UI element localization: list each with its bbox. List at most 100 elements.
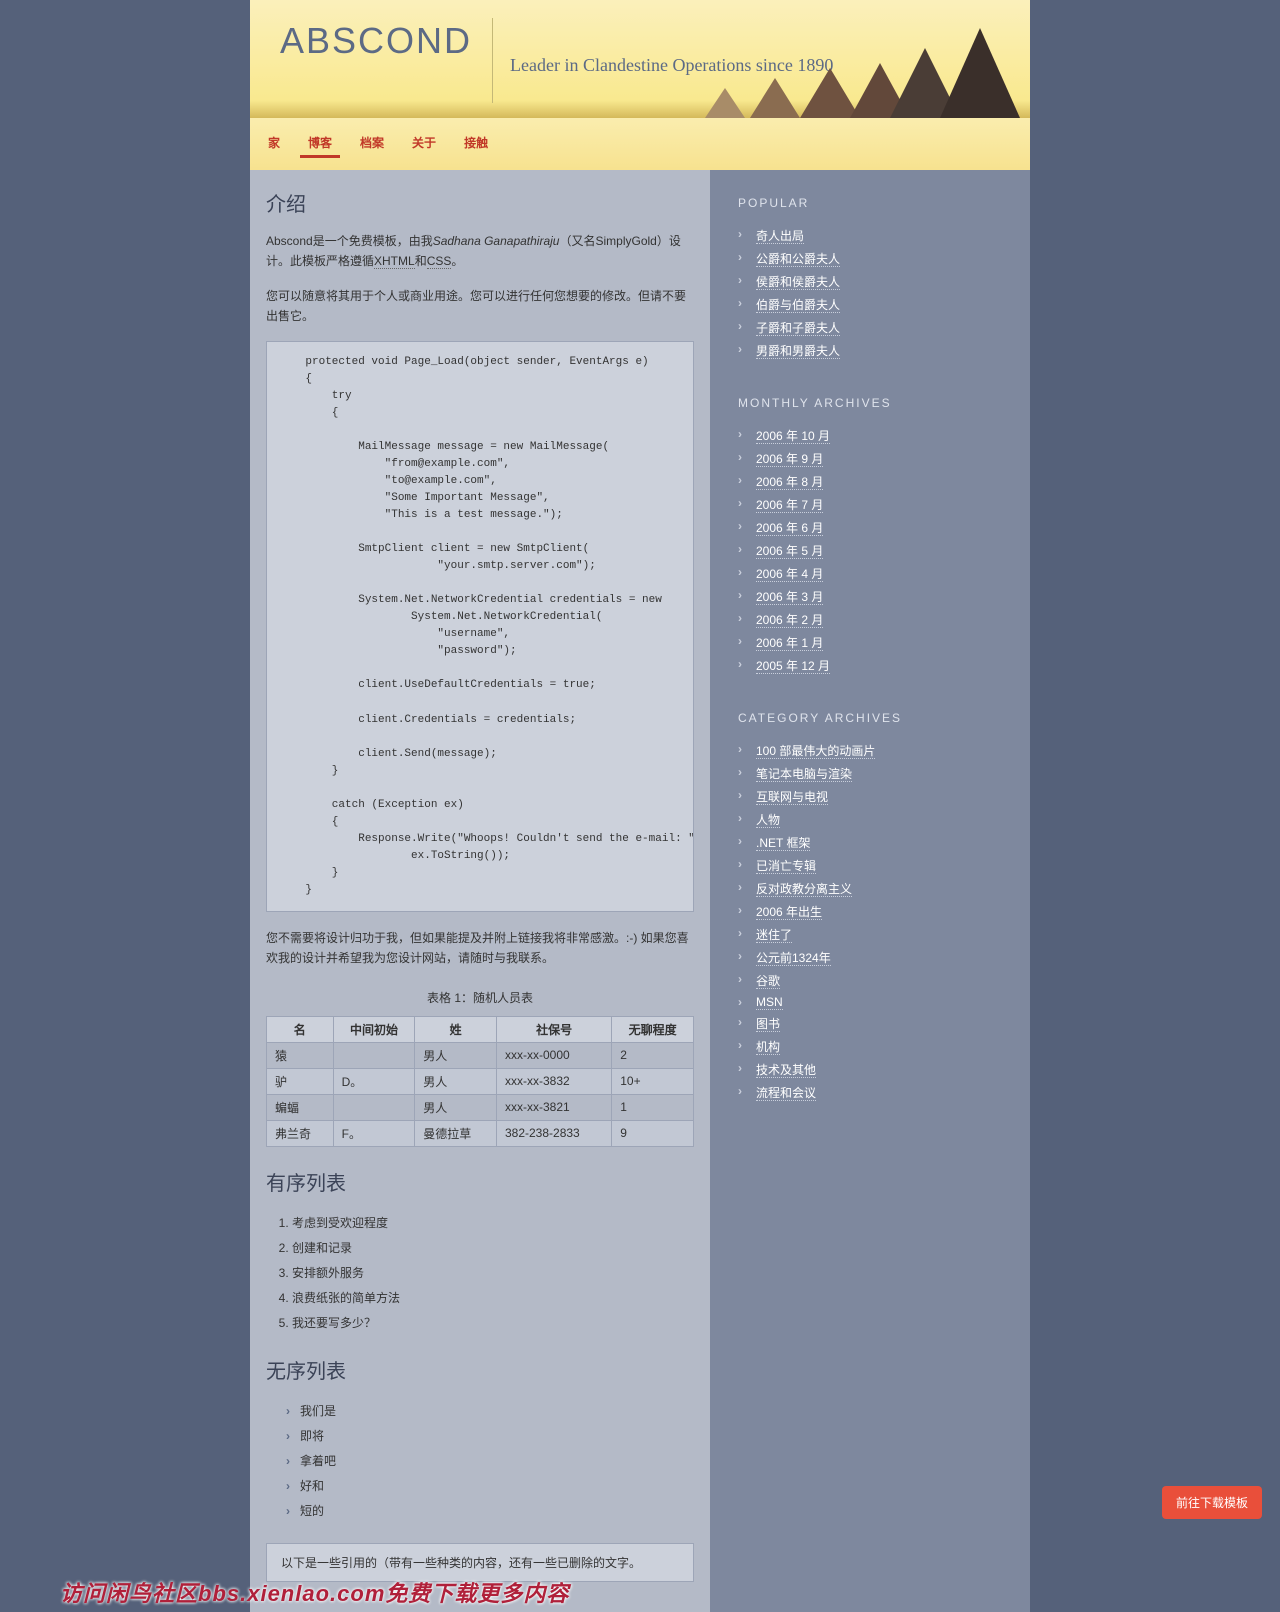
sidebar-category-item: 流程和会议 (738, 1081, 1012, 1104)
table-header: 社保号 (496, 1016, 611, 1042)
sidebar-popular-item: 男爵和男爵夫人 (738, 339, 1012, 362)
sidebar-popular-item: 公爵和公爵夫人 (738, 247, 1012, 270)
sidebar-category-item-link[interactable]: 反对政教分离主义 (756, 882, 852, 897)
sidebar-popular-item-link[interactable]: 奇人出局 (756, 229, 804, 244)
sidebar-monthly-item: 2006 年 8 月 (738, 470, 1012, 493)
sidebar-monthly-item: 2005 年 12 月 (738, 654, 1012, 677)
nav-link-1[interactable]: 博客 (300, 130, 340, 158)
sidebar-category-item: 公元前1324年 (738, 946, 1012, 969)
sidebar-monthly-item: 2006 年 9 月 (738, 447, 1012, 470)
unordered-list-heading: 无序列表 (266, 1355, 694, 1384)
sidebar-popular-item-link[interactable]: 侯爵和侯爵夫人 (756, 275, 840, 290)
list-item: 拿着吧 (286, 1448, 694, 1473)
list-item: 短的 (286, 1498, 694, 1523)
nav-link-2[interactable]: 档案 (352, 130, 392, 155)
sidebar-monthly-item-link[interactable]: 2006 年 7 月 (756, 498, 823, 513)
sidebar-monthly-item: 2006 年 6 月 (738, 516, 1012, 539)
sidebar-monthly-item: 2006 年 2 月 (738, 608, 1012, 631)
sidebar-popular-item: 侯爵和侯爵夫人 (738, 270, 1012, 293)
list-item: 创建和记录 (292, 1235, 694, 1260)
table-caption: 表格 1：随机人员表 (266, 983, 694, 1016)
sidebar-category-item-link[interactable]: 公元前1324年 (756, 951, 831, 966)
table-header: 姓 (415, 1016, 497, 1042)
sidebar-popular-item: 伯爵与伯爵夫人 (738, 293, 1012, 316)
table-row: 蝙蝠男人xxx-xx-38211 (267, 1094, 694, 1120)
sidebar-category-item-link[interactable]: 已消亡专辑 (756, 859, 816, 874)
category-heading: CATEGORY ARCHIVES (738, 711, 1012, 725)
table-row: 驴D。男人xxx-xx-383210+ (267, 1068, 694, 1094)
sidebar-category-item-link[interactable]: 100 部最伟大的动画片 (756, 744, 875, 759)
sidebar-popular-item-link[interactable]: 男爵和男爵夫人 (756, 344, 840, 359)
sidebar-monthly-item-link[interactable]: 2006 年 4 月 (756, 567, 823, 582)
sidebar-category-item: 图书 (738, 1012, 1012, 1035)
sidebar-category-item: 人物 (738, 808, 1012, 831)
sidebar-monthly-item: 2006 年 7 月 (738, 493, 1012, 516)
intro-p2: 您可以随意将其用于个人或商业用途。您可以进行任何您想要的修改。但请不要出售它。 (266, 286, 694, 327)
sidebar: POPULAR 奇人出局公爵和公爵夫人侯爵和侯爵夫人伯爵与伯爵夫人子爵和子爵夫人… (710, 170, 1030, 1612)
code-block: protected void Page_Load(object sender, … (266, 341, 694, 913)
sidebar-category-item-link[interactable]: 人物 (756, 813, 780, 828)
nav-link-0[interactable]: 家 (260, 130, 288, 155)
sidebar-monthly-item-link[interactable]: 2006 年 10 月 (756, 429, 830, 444)
sidebar-popular-item: 奇人出局 (738, 224, 1012, 247)
monthly-heading: MONTHLY ARCHIVES (738, 396, 1012, 410)
sidebar-popular-item-link[interactable]: 子爵和子爵夫人 (756, 321, 840, 336)
sidebar-category-item: .NET 框架 (738, 831, 1012, 854)
list-item: 考虑到受欢迎程度 (292, 1210, 694, 1235)
sidebar-category-item-link[interactable]: 迷住了 (756, 928, 792, 943)
table-row: 弗兰奇F。曼德拉草382-238-28339 (267, 1120, 694, 1146)
sidebar-category-item-link[interactable]: 谷歌 (756, 974, 780, 989)
sidebar-category-item-link[interactable]: .NET 框架 (756, 836, 810, 851)
download-template-button[interactable]: 前往下载模板 (1162, 1486, 1262, 1519)
people-table: 表格 1：随机人员表 名中间初始姓社保号无聊程度 猿男人xxx-xx-00002… (266, 983, 694, 1147)
sidebar-category-item-link[interactable]: 机构 (756, 1040, 780, 1055)
popular-heading: POPULAR (738, 196, 1012, 210)
list-item: 浪费纸张的简单方法 (292, 1285, 694, 1310)
sidebar-monthly-item: 2006 年 3 月 (738, 585, 1012, 608)
sidebar-category-item-link[interactable]: 图书 (756, 1017, 780, 1032)
sidebar-category-item: 迷住了 (738, 923, 1012, 946)
sidebar-monthly-item-link[interactable]: 2006 年 3 月 (756, 590, 823, 605)
nav-bar: 家博客档案关于接触 (250, 118, 1030, 170)
site-tagline: Leader in Clandestine Operations since 1… (510, 55, 833, 76)
sidebar-monthly-item-link[interactable]: 2006 年 8 月 (756, 475, 823, 490)
sidebar-monthly-item: 2006 年 1 月 (738, 631, 1012, 654)
sidebar-monthly-item-link[interactable]: 2006 年 2 月 (756, 613, 823, 628)
sidebar-category-item-link[interactable]: 技术及其他 (756, 1063, 816, 1078)
sidebar-category-item: 技术及其他 (738, 1058, 1012, 1081)
sidebar-category-item: 2006 年出生 (738, 900, 1012, 923)
ordered-list-heading: 有序列表 (266, 1167, 694, 1196)
sidebar-monthly-item-link[interactable]: 2006 年 6 月 (756, 521, 823, 536)
sidebar-category-item-link[interactable]: 2006 年出生 (756, 905, 822, 920)
sidebar-category-item: 机构 (738, 1035, 1012, 1058)
sidebar-category-item-link[interactable]: 笔记本电脑与渲染 (756, 767, 852, 782)
sidebar-monthly-item-link[interactable]: 2006 年 5 月 (756, 544, 823, 559)
sidebar-monthly-item: 2006 年 10 月 (738, 424, 1012, 447)
sidebar-monthly-item-link[interactable]: 2005 年 12 月 (756, 659, 830, 674)
sidebar-monthly-item-link[interactable]: 2006 年 1 月 (756, 636, 823, 651)
intro-p3: 您不需要将设计归功于我，但如果能提及并附上链接我将非常感激。:-) 如果您喜欢我… (266, 928, 694, 969)
sidebar-category-item-link[interactable]: 流程和会议 (756, 1086, 816, 1101)
header-divider (492, 18, 493, 103)
table-header: 名 (267, 1016, 334, 1042)
sidebar-monthly-item-link[interactable]: 2006 年 9 月 (756, 452, 823, 467)
main-content: 介绍 Abscond是一个免费模板，由我Sadhana Ganapathiraj… (250, 170, 710, 1612)
list-item: 安排额外服务 (292, 1260, 694, 1285)
nav-link-4[interactable]: 接触 (456, 130, 496, 155)
sidebar-category-item: 笔记本电脑与渲染 (738, 762, 1012, 785)
unordered-list: 我们是即将拿着吧好和短的 (286, 1398, 694, 1523)
sidebar-popular-item: 子爵和子爵夫人 (738, 316, 1012, 339)
sidebar-popular-item-link[interactable]: 公爵和公爵夫人 (756, 252, 840, 267)
nav-link-3[interactable]: 关于 (404, 130, 444, 155)
table-header: 中间初始 (333, 1016, 415, 1042)
sidebar-category-item-link[interactable]: 互联网与电视 (756, 790, 828, 805)
sidebar-category-item: 已消亡专辑 (738, 854, 1012, 877)
sidebar-popular-item-link[interactable]: 伯爵与伯爵夫人 (756, 298, 840, 313)
sidebar-category-item-link[interactable]: MSN (756, 995, 783, 1010)
watermark-text: 访问闲鸟社区bbs.xienlao.com免费下载更多内容 (60, 1576, 569, 1608)
sidebar-monthly-item: 2006 年 5 月 (738, 539, 1012, 562)
table-header: 无聊程度 (612, 1016, 694, 1042)
sidebar-category-item: 互联网与电视 (738, 785, 1012, 808)
list-item: 我还要写多少？ (292, 1310, 694, 1335)
intro-heading: 介绍 (266, 188, 694, 217)
